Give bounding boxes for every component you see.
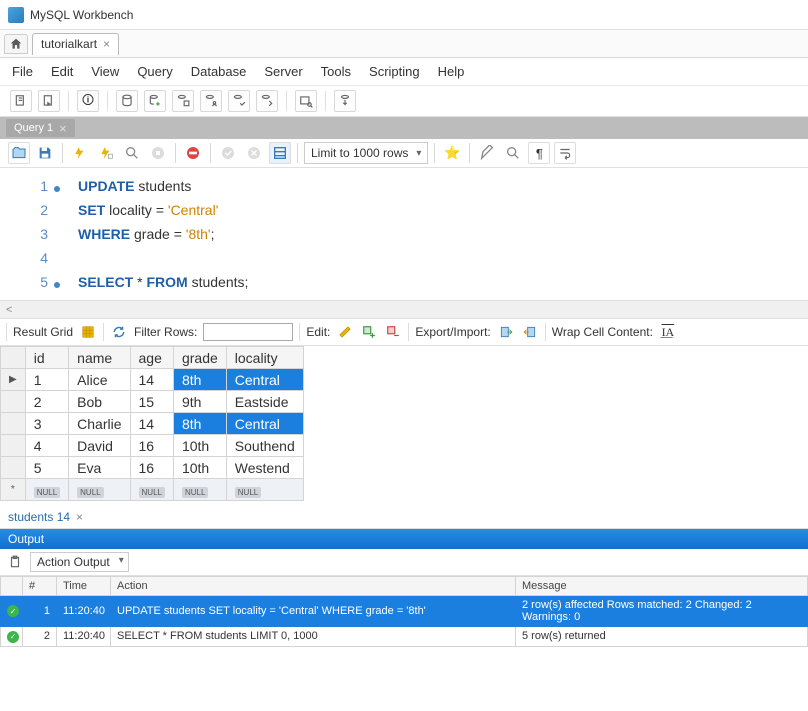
output-clipboard-icon[interactable] xyxy=(6,553,24,571)
inspector-icon[interactable]: 🛈 xyxy=(77,90,99,112)
save-icon[interactable] xyxy=(34,142,56,164)
table-row[interactable]: 3Charlie148thCentral xyxy=(1,413,304,435)
query-tab-strip: Query 1 × xyxy=(0,117,808,139)
result-tab[interactable]: students 14 × xyxy=(8,510,83,524)
filter-rows-input[interactable] xyxy=(203,323,293,341)
menu-help[interactable]: Help xyxy=(438,64,465,79)
home-button[interactable] xyxy=(4,34,28,54)
grid-icon[interactable] xyxy=(79,323,97,341)
add-row-icon[interactable] xyxy=(360,323,378,341)
app-logo-icon xyxy=(8,7,24,23)
menu-edit[interactable]: Edit xyxy=(51,64,73,79)
table-row[interactable]: 2Bob159thEastside xyxy=(1,391,304,413)
close-icon[interactable]: × xyxy=(76,510,83,524)
search-icon[interactable] xyxy=(295,90,317,112)
autocommit-icon[interactable] xyxy=(269,142,291,164)
menu-tools[interactable]: Tools xyxy=(321,64,351,79)
table-row[interactable]: 5Eva1610thWestend xyxy=(1,457,304,479)
horizontal-scrollbar[interactable]: < xyxy=(0,300,808,318)
commit-icon[interactable] xyxy=(217,142,239,164)
beautify-icon[interactable]: ⭐ xyxy=(441,142,463,164)
result-grid-label: Result Grid xyxy=(13,325,73,339)
output-row[interactable]: ✓211:20:40SELECT * FROM students LIMIT 0… xyxy=(1,627,808,647)
rollback-icon[interactable] xyxy=(243,142,265,164)
window-title: MySQL Workbench xyxy=(30,8,133,22)
result-grid[interactable]: idnameagegradelocality▶1Alice148thCentra… xyxy=(0,346,304,501)
sql-editor[interactable]: 1UPDATE students2SET locality = 'Central… xyxy=(0,168,808,300)
export-icon[interactable] xyxy=(497,323,515,341)
filter-rows-label: Filter Rows: xyxy=(134,325,197,339)
col-header[interactable]: id xyxy=(25,347,68,369)
db-proc-icon[interactable] xyxy=(256,90,278,112)
wrap-cell-label: Wrap Cell Content: xyxy=(552,325,653,339)
table-row-new[interactable]: *NULLNULLNULLNULLNULL xyxy=(1,479,304,501)
close-icon[interactable]: × xyxy=(103,37,110,51)
table-row[interactable]: 4David1610thSouthend xyxy=(1,435,304,457)
output-type-combo[interactable]: Action Output xyxy=(30,552,129,572)
open-sql-file-icon[interactable] xyxy=(38,90,60,112)
close-icon[interactable]: × xyxy=(59,121,67,136)
delete-row-icon[interactable] xyxy=(384,323,402,341)
new-sql-file-icon[interactable] xyxy=(10,90,32,112)
db-view-icon[interactable] xyxy=(228,90,250,112)
limit-rows-combo[interactable]: Limit to 1000 rows ▾ xyxy=(304,142,428,164)
explain-icon[interactable] xyxy=(121,142,143,164)
invisible-chars-icon[interactable]: ¶ xyxy=(528,142,550,164)
title-bar: MySQL Workbench xyxy=(0,0,808,30)
editor-toolbar: Limit to 1000 rows ▾ ⭐ ¶ xyxy=(0,139,808,168)
col-header[interactable]: grade xyxy=(173,347,226,369)
main-toolbar: 🛈 xyxy=(0,86,808,117)
connection-tab-label: tutorialkart xyxy=(41,37,97,51)
db-icon[interactable] xyxy=(116,90,138,112)
brush-icon[interactable] xyxy=(476,142,498,164)
col-header[interactable]: name xyxy=(69,347,130,369)
menu-view[interactable]: View xyxy=(91,64,119,79)
connection-tab[interactable]: tutorialkart × xyxy=(32,33,119,55)
execute-current-icon[interactable] xyxy=(95,142,117,164)
col-header[interactable]: locality xyxy=(226,347,303,369)
refresh-icon[interactable] xyxy=(110,323,128,341)
table-row[interactable]: ▶1Alice148thCentral xyxy=(1,369,304,391)
execute-icon[interactable] xyxy=(69,142,91,164)
query-tab[interactable]: Query 1 × xyxy=(6,119,75,137)
import-icon[interactable] xyxy=(521,323,539,341)
stop-icon[interactable] xyxy=(147,142,169,164)
db-add-icon[interactable] xyxy=(144,90,166,112)
menu-database[interactable]: Database xyxy=(191,64,247,79)
result-tab-label: students 14 xyxy=(8,510,70,524)
open-file-icon[interactable] xyxy=(8,142,30,164)
menu-file[interactable]: File xyxy=(12,64,33,79)
wrap-cell-icon[interactable]: I̲A̲ xyxy=(659,323,677,341)
result-toolbar: Result Grid Filter Rows: Edit: Export/Im… xyxy=(0,318,808,346)
db-table-icon[interactable] xyxy=(172,90,194,112)
db-migrate-icon[interactable] xyxy=(334,90,356,112)
menu-server[interactable]: Server xyxy=(264,64,302,79)
menu-query[interactable]: Query xyxy=(137,64,172,79)
col-header[interactable]: age xyxy=(130,347,173,369)
db-user-icon[interactable] xyxy=(200,90,222,112)
output-grid[interactable]: #TimeActionMessage✓111:20:40UPDATE stude… xyxy=(0,576,808,647)
output-row[interactable]: ✓111:20:40UPDATE students SET locality =… xyxy=(1,596,808,627)
no-limit-icon[interactable] xyxy=(182,142,204,164)
result-tab-strip: students 14 × xyxy=(0,501,808,529)
menu-scripting[interactable]: Scripting xyxy=(369,64,420,79)
output-toolbar: Action Output xyxy=(0,549,808,576)
find-icon[interactable] xyxy=(502,142,524,164)
output-combo-label: Action Output xyxy=(37,555,110,569)
connection-tab-strip: tutorialkart × xyxy=(0,30,808,58)
query-tab-label: Query 1 xyxy=(14,122,53,134)
output-header: Output xyxy=(0,529,808,549)
edit-label: Edit: xyxy=(306,325,330,339)
export-import-label: Export/Import: xyxy=(415,325,490,339)
wrap-lines-icon[interactable] xyxy=(554,142,576,164)
menu-bar: File Edit View Query Database Server Tools Scri… xyxy=(0,58,808,86)
limit-rows-label: Limit to 1000 rows xyxy=(311,146,408,160)
edit-row-icon[interactable] xyxy=(336,323,354,341)
